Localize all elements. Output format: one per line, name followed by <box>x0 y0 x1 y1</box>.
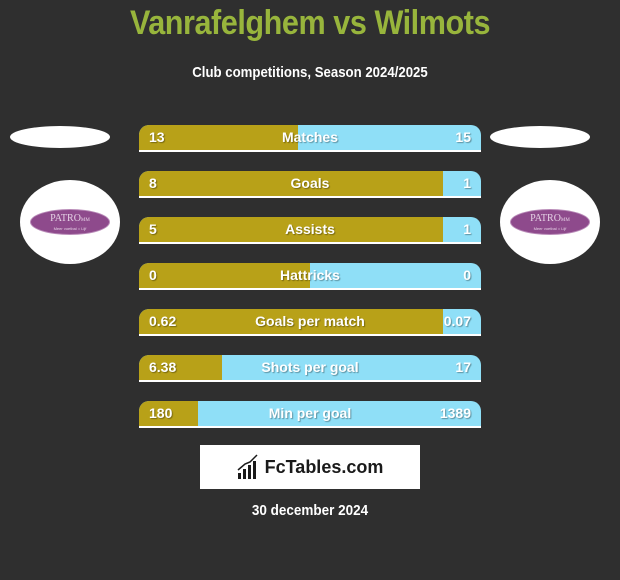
right-value: 15 <box>455 129 471 145</box>
page-subtitle: Club competitions, Season 2024/2025 <box>192 64 428 81</box>
right-value: 1 <box>463 221 471 237</box>
left-logo-tagline: Meer voetbal = Lijf <box>53 225 87 231</box>
stat-row-goals: 8 Goals 1 <box>139 171 481 198</box>
right-value: 1 <box>463 175 471 191</box>
right-club-badge: PATROMM Meer voetbal = Lijf <box>510 209 590 235</box>
page-title: Vanrafelghem vs Wilmots <box>129 4 491 42</box>
right-value: 0 <box>463 267 471 283</box>
right-team-name-placeholder <box>490 126 590 148</box>
stat-label: Min per goal <box>268 405 352 421</box>
right-value: 1389 <box>439 405 471 421</box>
left-club-badge: PATROMM Meer voetbal = Lijf <box>30 209 110 235</box>
stat-row-matches: 13 Matches 15 <box>139 125 481 152</box>
stat-row-hattricks: 0 Hattricks 0 <box>139 263 481 290</box>
left-logo-text: PATRO <box>50 212 81 224</box>
stat-row-assists: 5 Assists 1 <box>139 217 481 244</box>
right-team-logo: PATROMM Meer voetbal = Lijf <box>500 180 600 264</box>
stat-row-shots-per-goal: 6.38 Shots per goal 17 <box>139 355 481 382</box>
stat-label: Matches <box>281 129 339 145</box>
brand-text: FcTables.com <box>264 456 384 477</box>
stat-row-min-per-goal: 180 Min per goal 1389 <box>139 401 481 428</box>
left-logo-suffix: MM <box>80 217 90 223</box>
right-logo-tagline: Meer voetbal = Lijf <box>533 225 567 231</box>
stat-label: Shots per goal <box>261 359 359 375</box>
bar-chart-icon <box>237 454 258 479</box>
fctables-brand-link[interactable]: FcTables.com <box>200 445 420 489</box>
stat-label: Hattricks <box>280 267 340 283</box>
right-logo-suffix: MM <box>560 217 570 223</box>
stat-label: Assists <box>285 221 335 237</box>
date-label: 30 december 2024 <box>251 502 369 519</box>
stat-label: Goals <box>290 175 330 191</box>
right-value: 17 <box>455 359 471 375</box>
stat-row-goals-per-match: 0.62 Goals per match 0.07 <box>139 309 481 336</box>
stat-label: Goals per match <box>255 313 365 329</box>
right-value: 0.07 <box>443 313 471 329</box>
left-team-logo: PATROMM Meer voetbal = Lijf <box>20 180 120 264</box>
left-team-name-placeholder <box>10 126 110 148</box>
right-logo-text: PATRO <box>530 212 561 224</box>
